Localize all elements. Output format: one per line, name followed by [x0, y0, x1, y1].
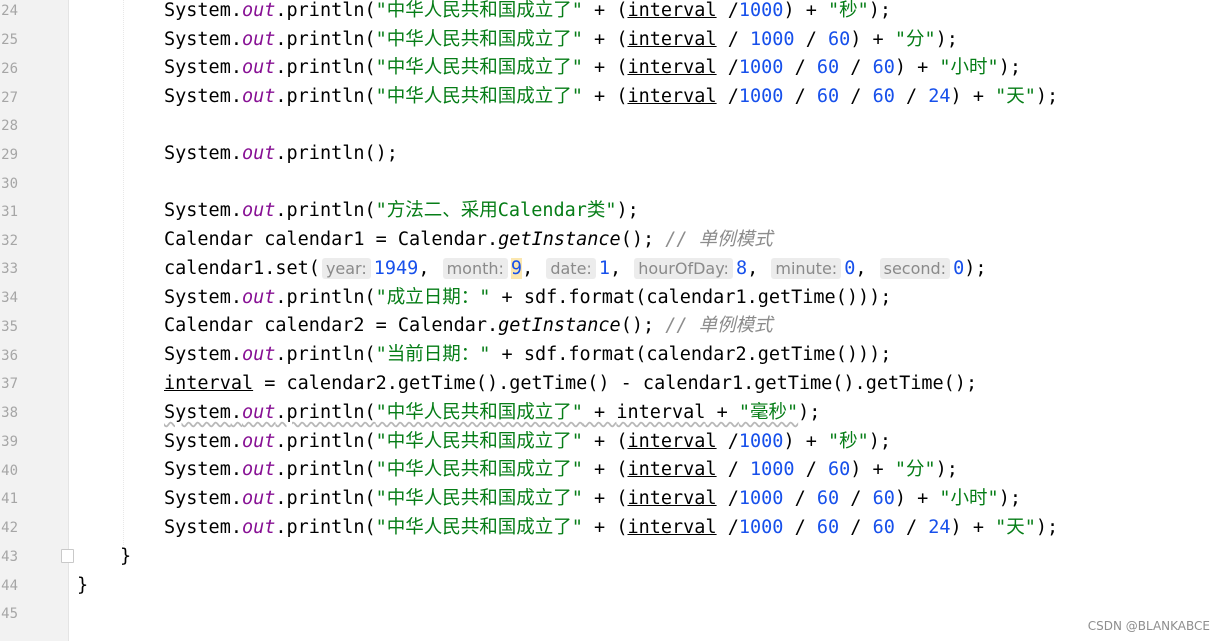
code-line[interactable]: System.out.println("中华人民共和国成立了" + (inter…	[77, 430, 891, 454]
line-number: 26	[1, 61, 18, 77]
line-number: 35	[1, 319, 18, 335]
param-hint: month:	[442, 258, 508, 279]
code-line[interactable]: }	[77, 545, 131, 569]
line-number: 32	[1, 233, 18, 249]
line-number: 40	[1, 463, 18, 479]
code-line[interactable]: Calendar calendar2 = Calendar.getInstanc…	[77, 314, 773, 338]
line-number: 27	[1, 90, 18, 106]
line-number: 43	[1, 549, 18, 565]
line-number: 37	[1, 376, 18, 392]
line-number: 42	[1, 520, 18, 536]
line-number: 45	[1, 606, 18, 622]
code-line[interactable]: System.out.println("中华人民共和国成立了" + (inter…	[77, 56, 1021, 80]
watermark: CSDN @BLANKABCE	[1087, 619, 1210, 633]
code-line[interactable]: System.out.println("中华人民共和国成立了" + interv…	[77, 401, 820, 425]
line-number-gutter: 24 25 26 27 28 29 30 31 32 33 34 35 36 3…	[0, 0, 69, 641]
line-number: 39	[1, 434, 18, 450]
line-number: 41	[1, 491, 18, 507]
fold-marker-icon[interactable]	[61, 549, 74, 563]
code-line[interactable]: System.out.println("方法二、采用Calendar类");	[77, 199, 639, 223]
line-number: 38	[1, 405, 18, 421]
code-line[interactable]: System.out.println("中华人民共和国成立了" + (inter…	[77, 487, 1021, 511]
code-line[interactable]: System.out.println("中华人民共和国成立了" + (inter…	[77, 0, 891, 23]
code-line[interactable]: System.out.println();	[77, 142, 398, 166]
line-number: 28	[1, 118, 18, 134]
line-number: 44	[1, 578, 18, 594]
line-number: 34	[1, 290, 18, 306]
line-number: 36	[1, 348, 18, 364]
line-number: 30	[1, 176, 18, 192]
param-hint: hourOfDay:	[634, 258, 733, 279]
line-number: 25	[1, 32, 18, 48]
code-line[interactable]: System.out.println("中华人民共和国成立了" + (inter…	[77, 458, 958, 482]
code-line[interactable]: System.out.println("中华人民共和国成立了" + (inter…	[77, 85, 1058, 109]
code-line[interactable]: }	[77, 574, 88, 598]
code-line[interactable]: Calendar calendar1 = Calendar.getInstanc…	[77, 228, 773, 252]
line-number: 31	[1, 204, 18, 220]
param-hint: second:	[879, 258, 951, 279]
line-number: 29	[1, 147, 18, 163]
param-hint: year:	[321, 258, 371, 279]
code-line[interactable]: System.out.println("当前日期：" + sdf.format(…	[77, 343, 891, 367]
line-number: 33	[1, 261, 18, 277]
code-line[interactable]: System.out.println("中华人民共和国成立了" + (inter…	[77, 28, 958, 52]
code-line[interactable]: calendar1.set(year: 1949, month: 9, date: 1…	[77, 257, 986, 281]
code-line[interactable]: interval = calendar2.getTime().getTime()…	[77, 372, 977, 396]
param-hint: date:	[546, 258, 596, 279]
param-hint: minute:	[771, 258, 842, 279]
code-line[interactable]: System.out.println("中华人民共和国成立了" + (inter…	[77, 516, 1058, 540]
line-number: 24	[1, 3, 18, 19]
code-line[interactable]: System.out.println("成立日期：" + sdf.format(…	[77, 286, 891, 310]
